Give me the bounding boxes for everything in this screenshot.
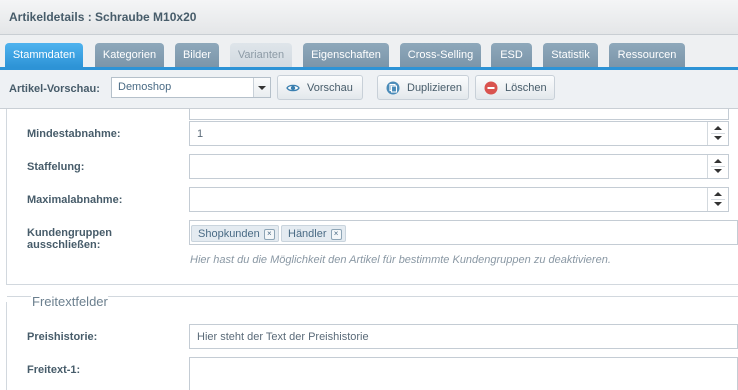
tab-statistik[interactable]: Statistik: [543, 43, 598, 67]
stepper-up-icon[interactable]: [714, 126, 722, 130]
max-purchase-label: Maximalabnahme:: [27, 194, 123, 206]
form-content: Mindestabnahme: 1 Staffelung: Maximalabn…: [0, 109, 738, 390]
tab-esd[interactable]: ESD: [491, 43, 532, 67]
tab-stammdaten[interactable]: Stammdaten: [5, 43, 83, 67]
shop-select-value: Demoshop: [118, 81, 172, 93]
stepper-divider: [711, 199, 725, 200]
tag-haendler: Händler ×: [281, 225, 346, 242]
tag-label: Händler: [288, 228, 327, 240]
min-purchase-label: Mindestabnahme:: [27, 128, 121, 140]
window-title: Artikeldetails : Schraube M10x20: [9, 10, 197, 24]
tab-cross-selling[interactable]: Cross-Selling: [400, 43, 481, 67]
tag-shopkunden: Shopkunden ×: [191, 225, 279, 242]
graduation-stepper[interactable]: [707, 155, 728, 178]
duplicate-button-label: Duplizieren: [407, 82, 463, 94]
min-purchase-stepper[interactable]: [707, 122, 728, 145]
customer-groups-label-line2: ausschließen:: [27, 239, 101, 251]
min-purchase-value: 1: [197, 128, 204, 140]
customer-groups-label-line1: Kundengruppen: [27, 227, 112, 239]
stepper-down-icon[interactable]: [714, 136, 722, 140]
graduation-input[interactable]: [189, 154, 729, 179]
preview-label: Artikel-Vorschau:: [9, 83, 100, 95]
remove-tag-icon[interactable]: ×: [263, 229, 275, 240]
stepper-divider: [711, 133, 725, 134]
tag-label: Shopkunden: [198, 228, 260, 240]
tab-bar: Stammdaten Kategorien Bilder Varianten E…: [0, 35, 738, 70]
stepper-up-icon[interactable]: [714, 159, 722, 163]
window-titlebar: Artikeldetails : Schraube M10x20: [0, 0, 738, 35]
preview-button[interactable]: Vorschau: [277, 75, 363, 100]
preview-button-label: Vorschau: [307, 82, 353, 94]
shop-select[interactable]: Demoshop: [111, 77, 271, 98]
stepper-up-icon[interactable]: [714, 192, 722, 196]
copy-icon: [386, 81, 400, 95]
tab-varianten: Varianten: [230, 43, 292, 67]
stepper-divider: [711, 166, 725, 167]
tab-eigenschaften[interactable]: Eigenschaften: [303, 43, 389, 67]
max-purchase-stepper[interactable]: [707, 188, 728, 211]
delete-button-label: Löschen: [505, 82, 547, 94]
customer-groups-tagfield[interactable]: Shopkunden × Händler ×: [189, 220, 738, 245]
freetext-fieldset-border: [7, 296, 738, 297]
min-purchase-input[interactable]: 1: [189, 121, 729, 146]
max-purchase-input[interactable]: [189, 187, 729, 212]
stepper-down-icon[interactable]: [714, 202, 722, 206]
tab-ressourcen[interactable]: Ressourcen: [609, 43, 685, 67]
price-history-input[interactable]: Hier steht der Text der Preishistorie: [189, 324, 738, 349]
delete-button[interactable]: Löschen: [475, 75, 555, 100]
graduation-label: Staffelung:: [27, 161, 85, 173]
field-above[interactable]: [189, 109, 729, 120]
toolbar: Artikel-Vorschau: Demoshop Vorschau Dupl…: [0, 70, 738, 109]
tab-kategorien[interactable]: Kategorien: [95, 43, 164, 67]
price-history-label: Preishistorie:: [27, 331, 98, 343]
freetext1-textarea[interactable]: [189, 357, 738, 390]
eye-icon: [286, 84, 300, 92]
minus-circle-icon: [484, 81, 498, 95]
price-history-value: Hier steht der Text der Preishistorie: [197, 331, 369, 343]
stepper-down-icon[interactable]: [714, 169, 722, 173]
chevron-down-icon[interactable]: [253, 78, 270, 97]
tab-bilder[interactable]: Bilder: [175, 43, 219, 67]
duplicate-button[interactable]: Duplizieren: [377, 75, 469, 100]
remove-tag-icon[interactable]: ×: [330, 229, 342, 240]
customer-groups-help: Hier hast du die Möglichkeit den Artikel…: [190, 254, 611, 266]
freetext1-label: Freitext-1:: [27, 364, 81, 376]
